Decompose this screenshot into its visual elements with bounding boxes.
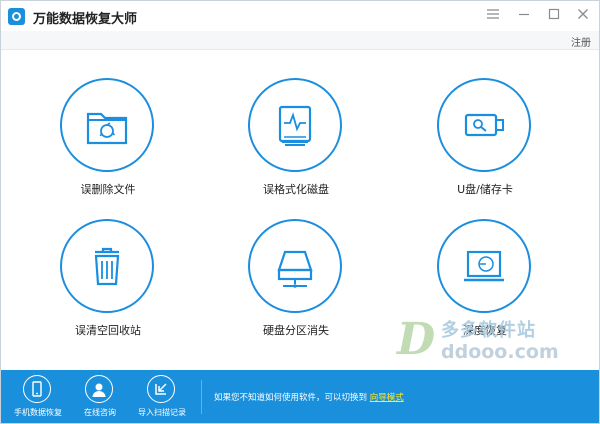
app-logo-icon [8, 8, 25, 25]
hard-drive-network-icon [277, 250, 313, 288]
toolbar-strip: 注册 [1, 31, 599, 50]
tile-label: U盘/储存卡 [457, 183, 513, 196]
app-window: 万能数据恢复大师 注册 误删除文件 误格式化磁盘 U盘/储存卡 误清空回收站 硬… [0, 0, 600, 424]
window-title: 万能数据恢复大师 [33, 12, 138, 27]
tile-label: 误格式化磁盘 [263, 183, 329, 196]
circle-button [437, 219, 531, 313]
menu-icon[interactable] [485, 8, 501, 24]
online-support-button[interactable]: 在线咨询 [69, 375, 131, 421]
watermark-url: ddooo.com [441, 341, 559, 363]
mode-hint: 如果您不知道如何使用软件，可以切换到 向导模式 [214, 391, 404, 403]
phone-icon [23, 375, 51, 403]
import-icon [147, 375, 175, 403]
trash-bin-icon [94, 247, 120, 286]
tile-usb-card[interactable]: U盘/储存卡 [405, 78, 565, 218]
register-link[interactable]: 注册 [571, 34, 591, 49]
phone-recovery-button[interactable]: 手机数据恢复 [7, 375, 69, 421]
disk-pulse-icon [278, 105, 312, 146]
circle-button [60, 219, 154, 313]
watermark-logo: D [397, 314, 436, 365]
tile-label: 硬盘分区消失 [263, 324, 329, 337]
watermark-text: 多多软件站 [441, 320, 536, 341]
hint-text: 如果您不知道如何使用软件，可以切换到 [214, 393, 368, 403]
button-label: 导入扫描记录 [138, 408, 186, 417]
button-label: 手机数据恢复 [14, 408, 62, 417]
divider [201, 380, 202, 414]
folder-recycle-icon [86, 112, 128, 145]
button-label: 在线咨询 [84, 408, 116, 417]
user-support-icon [85, 375, 113, 403]
circle-button [248, 219, 342, 313]
circle-button [248, 78, 342, 172]
tile-label: 误清空回收站 [75, 324, 141, 337]
tile-recycle-bin[interactable]: 误清空回收站 [28, 219, 188, 359]
maximize-icon[interactable] [546, 8, 562, 24]
circle-button [60, 78, 154, 172]
title-bar: 万能数据恢复大师 [1, 1, 599, 31]
close-icon[interactable] [575, 8, 591, 24]
tile-lost-partition[interactable]: 硬盘分区消失 [216, 219, 376, 359]
tile-label: 误删除文件 [80, 183, 136, 196]
minimize-icon[interactable] [516, 8, 532, 24]
watermark: D 多多软件站 ddooo.com [397, 314, 577, 369]
circle-button [437, 78, 531, 172]
tile-formatted-disk[interactable]: 误格式化磁盘 [216, 78, 376, 218]
import-scan-button[interactable]: 导入扫描记录 [131, 375, 193, 421]
tile-deleted-files[interactable]: 误删除文件 [28, 78, 188, 218]
wizard-mode-link[interactable]: 向导模式 [370, 393, 404, 403]
usb-drive-icon [464, 113, 504, 137]
laptop-scan-icon [464, 250, 504, 282]
bottom-bar: 手机数据恢复 在线咨询 导入扫描记录 如果您不知道如何使用软件，可以切换到 向导… [1, 370, 599, 423]
